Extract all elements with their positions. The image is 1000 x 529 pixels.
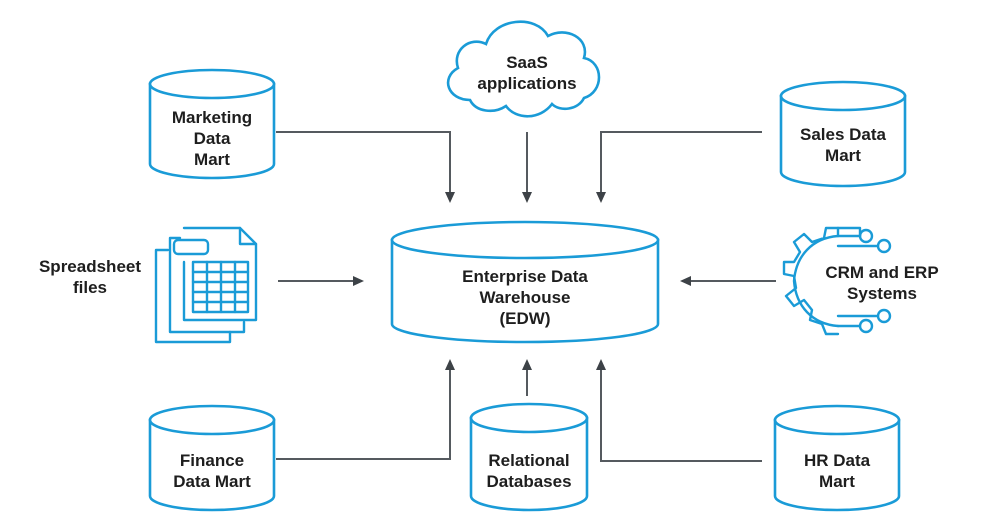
edge-sales-edw: [600, 131, 762, 193]
label-line: Spreadsheet: [38, 257, 142, 276]
label-line: Finance: [179, 451, 245, 470]
label-line: Data: [193, 129, 231, 148]
label-line: applications: [477, 74, 577, 93]
label-line: Systems: [847, 284, 917, 303]
edw-label: Enterprise Data Warehouse (EDW): [392, 266, 658, 329]
label-line: CRM and ERP: [825, 263, 939, 282]
saas-applications-label: SaaS applications: [462, 52, 592, 94]
hr-data-mart-label: HR Data Mart: [775, 450, 899, 492]
label-line: Mart: [194, 150, 230, 169]
edge-hr-edw: [600, 369, 762, 462]
finance-data-mart-label: Finance Data Mart: [150, 450, 274, 492]
relational-databases-label: Relational Databases: [471, 450, 587, 492]
spreadsheet-files-label: Spreadsheet files: [30, 256, 150, 298]
arrowhead-down: [445, 192, 455, 203]
arrowhead-up: [522, 359, 532, 370]
label-line: Relational: [488, 451, 570, 470]
arrowhead-down: [596, 192, 606, 203]
sales-data-mart-label: Sales Data Mart: [781, 124, 905, 166]
label-line: Marketing: [171, 108, 253, 127]
crm-erp-systems-label: CRM and ERP Systems: [812, 262, 952, 304]
arrowhead-right: [353, 276, 364, 286]
arrowhead-left: [680, 276, 691, 286]
label-line: Enterprise Data: [462, 267, 588, 286]
edge-marketing-edw: [276, 131, 451, 193]
arrowhead-down: [522, 192, 532, 203]
label-line: Mart: [819, 472, 855, 491]
label-line: SaaS: [506, 53, 548, 72]
edge-finance-edw: [276, 369, 451, 460]
label-line: Databases: [486, 472, 572, 491]
arrowhead-up: [445, 359, 455, 370]
arrowhead-up: [596, 359, 606, 370]
label-line: Mart: [825, 146, 861, 165]
label-line: (EDW): [499, 309, 551, 328]
label-line: Data Mart: [173, 472, 251, 491]
label-line: files: [72, 278, 108, 297]
label-line: Warehouse: [479, 288, 571, 307]
label-line: HR Data: [803, 451, 871, 470]
marketing-data-mart-label: Marketing Data Mart: [150, 107, 274, 170]
spreadsheet-files-icon[interactable]: [154, 226, 258, 344]
label-line: Sales Data: [800, 125, 886, 144]
